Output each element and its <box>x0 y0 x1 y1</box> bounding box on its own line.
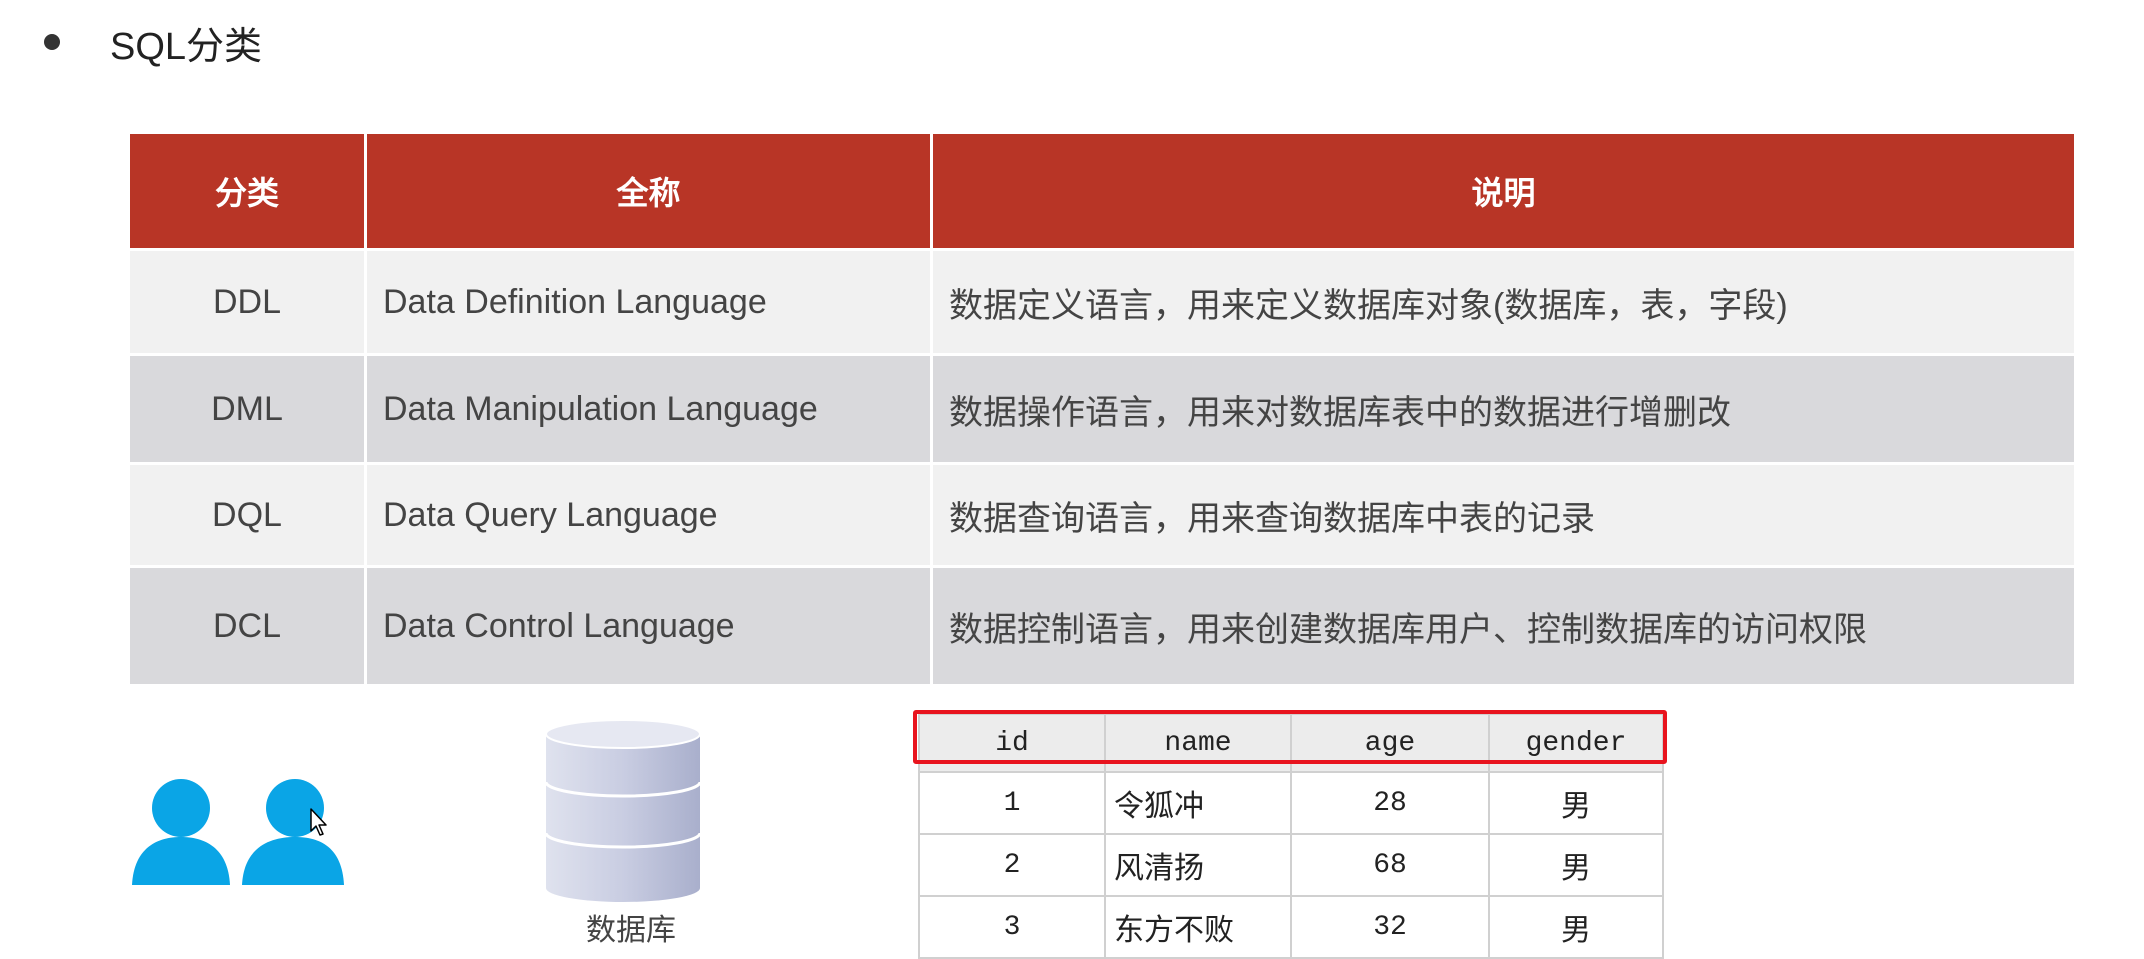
description-cell: 数据控制语言，用来创建数据库用户、控制数据库的访问权限 <box>930 565 2077 687</box>
gender-cell: 男 <box>1488 771 1664 835</box>
category-cell: DCL <box>127 565 367 687</box>
name-cell: 东方不败 <box>1104 895 1292 959</box>
age-cell: 68 <box>1290 833 1490 897</box>
data-row: 1 令狐冲 28 男 <box>918 771 1664 835</box>
data-row: 3 东方不败 32 男 <box>918 895 1664 959</box>
description-cell: 数据操作语言，用来对数据库表中的数据进行增删改 <box>930 353 2077 465</box>
column-header-category: 分类 <box>127 131 367 251</box>
section-heading: SQL分类 <box>44 10 262 74</box>
full-name-cell: Data Control Language <box>364 565 933 687</box>
column-header-full-name: 全称 <box>364 131 933 251</box>
full-name-cell: Data Query Language <box>364 462 933 568</box>
data-row: 2 风清扬 68 男 <box>918 833 1664 897</box>
table-header-row: 分类 全称 说明 <box>127 131 2077 251</box>
sql-category-table: 分类 全称 说明 DDL Data Definition Language 数据… <box>127 131 2077 687</box>
gender-cell: 男 <box>1488 833 1664 897</box>
category-cell: DML <box>127 353 367 465</box>
full-name-cell: Data Definition Language <box>364 248 933 356</box>
age-cell: 28 <box>1290 771 1490 835</box>
table-row: DDL Data Definition Language 数据定义语言，用来定义… <box>127 248 2077 356</box>
table-row: DCL Data Control Language 数据控制语言，用来创建数据库… <box>127 565 2077 687</box>
name-cell: 风清扬 <box>1104 833 1292 897</box>
description-cell: 数据定义语言，用来定义数据库对象(数据库，表，字段) <box>930 248 2077 356</box>
id-cell: 1 <box>918 771 1106 835</box>
id-cell: 2 <box>918 833 1106 897</box>
table-row: DQL Data Query Language 数据查询语言，用来查询数据库中表… <box>127 462 2077 568</box>
database-icon <box>544 719 702 902</box>
id-cell: 3 <box>918 895 1106 959</box>
full-name-cell: Data Manipulation Language <box>364 353 933 465</box>
column-header-description: 说明 <box>930 131 2077 251</box>
user-icon <box>132 779 230 885</box>
category-cell: DQL <box>127 462 367 568</box>
name-cell: 令狐冲 <box>1104 771 1292 835</box>
page-title: SQL分类 <box>110 25 263 68</box>
category-cell: DDL <box>127 248 367 356</box>
age-cell: 32 <box>1290 895 1490 959</box>
bullet-dot-icon <box>44 34 60 50</box>
header-highlight-box <box>913 710 1667 764</box>
description-cell: 数据查询语言，用来查询数据库中表的记录 <box>930 462 2077 568</box>
database-label: 数据库 <box>586 914 676 947</box>
table-row: DML Data Manipulation Language 数据操作语言，用来… <box>127 353 2077 465</box>
mouse-cursor-icon <box>310 808 327 836</box>
gender-cell: 男 <box>1488 895 1664 959</box>
